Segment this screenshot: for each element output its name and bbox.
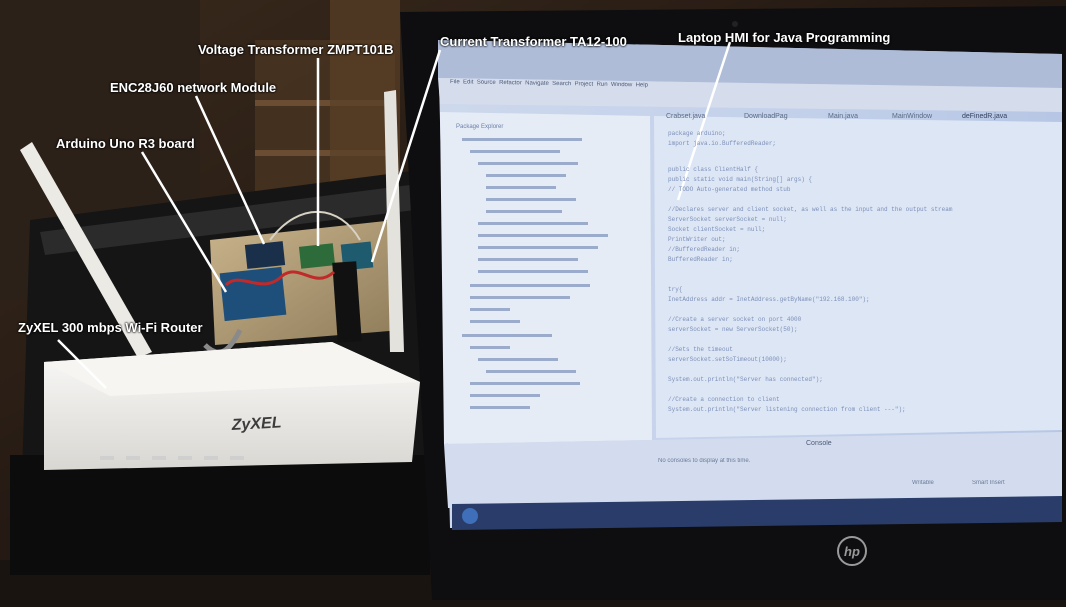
menu-item-window[interactable]: Window xyxy=(611,82,632,88)
tree-row[interactable] xyxy=(470,406,530,409)
menu-item-run[interactable]: Run xyxy=(597,82,608,88)
tree-row[interactable] xyxy=(470,346,510,349)
status-smart-insert: Smart Insert xyxy=(972,480,1005,486)
menu-item-edit[interactable]: Edit xyxy=(463,79,473,85)
code-line: //Create a server socket on port 4000 xyxy=(668,316,802,323)
tree-row[interactable] xyxy=(478,162,578,165)
voltage-transformer-module xyxy=(298,243,336,269)
tree-row[interactable] xyxy=(486,370,576,373)
code-line: Socket clientSocket = null; xyxy=(668,226,766,233)
editor-tab[interactable]: Main.java xyxy=(828,113,858,120)
status-writable: Writable xyxy=(912,480,934,486)
menu-item-navigate[interactable]: Navigate xyxy=(525,80,549,86)
label-router: ZyXEL 300 mbps Wi-Fi Router xyxy=(18,320,203,335)
label-network-module: ENC28J60 network Module xyxy=(110,80,277,95)
code-line: PrintWriter out; xyxy=(668,236,726,243)
label-voltage-transformer: Voltage Transformer ZMPT101B xyxy=(198,42,394,57)
tree-row[interactable] xyxy=(478,270,588,273)
tree-row[interactable] xyxy=(486,210,562,213)
menu-item-project[interactable]: Project xyxy=(574,81,593,87)
arduino-board xyxy=(219,266,287,322)
code-line: BufferedReader in; xyxy=(668,256,733,263)
editor-tab[interactable]: MainWindow xyxy=(892,113,932,120)
editor-tab[interactable]: Crabset.java xyxy=(666,113,705,120)
code-line: // TODO Auto-generated method stub xyxy=(668,186,791,193)
package-tree xyxy=(462,138,642,428)
code-line: System.out.println("Server listening con… xyxy=(668,406,906,413)
code-line: public static void main(String[] args) { xyxy=(668,176,813,183)
tree-row[interactable] xyxy=(462,138,582,141)
tree-row[interactable] xyxy=(470,284,590,287)
editor-tab[interactable]: DownloadPag xyxy=(744,113,788,120)
code-editor[interactable]: package arduino; import java.io.Buffered… xyxy=(668,130,1056,430)
code-line: serverSocket.setSoTimeout(10000); xyxy=(668,356,787,363)
photo-scene: ZyXEL hp File Edit Source Refactor Navig… xyxy=(0,0,1066,607)
tree-row[interactable] xyxy=(478,258,578,261)
code-line: package arduino; xyxy=(668,130,726,137)
start-button xyxy=(462,508,478,524)
menu-item-source[interactable]: Source xyxy=(477,80,496,86)
laptop-camera xyxy=(732,21,738,27)
code-line: InetAddress addr = InetAddress.getByName… xyxy=(668,296,870,303)
label-arduino-board: Arduino Uno R3 board xyxy=(56,136,195,151)
menu-item-file[interactable]: File xyxy=(450,79,460,85)
tree-row[interactable] xyxy=(486,186,556,189)
menu-item-help[interactable]: Help xyxy=(636,82,648,88)
tree-row[interactable] xyxy=(470,382,580,385)
tree-row[interactable] xyxy=(486,198,576,201)
code-line: import java.io.BufferedReader; xyxy=(668,140,777,147)
code-line: try{ xyxy=(668,286,683,293)
code-line: public class ClientHalf { xyxy=(668,166,759,173)
label-laptop-hmi: Laptop HMI for Java Programming xyxy=(678,30,891,45)
code-line: ServerSocket serverSocket = null; xyxy=(668,216,787,223)
code-line: //Sets the timeout xyxy=(668,346,733,353)
tree-row[interactable] xyxy=(478,358,558,361)
tree-row[interactable] xyxy=(470,308,510,311)
router-brand-logo: ZyXEL xyxy=(230,414,282,434)
menu-item-refactor[interactable]: Refactor xyxy=(499,80,522,86)
package-explorer-title[interactable]: Package Explorer xyxy=(456,124,503,130)
tree-row[interactable] xyxy=(478,246,598,249)
tree-row[interactable] xyxy=(478,222,588,225)
tree-row[interactable] xyxy=(470,320,520,323)
code-line: //Create a connection to client xyxy=(668,396,780,403)
menu-item-search[interactable]: Search xyxy=(552,81,571,87)
console-panel xyxy=(444,432,1062,508)
code-line: //Declares server and client socket, as … xyxy=(668,206,953,213)
tree-row[interactable] xyxy=(462,334,552,337)
label-current-transformer: Current Transformer TA12-100 xyxy=(440,34,627,49)
code-line: //BufferedReader in; xyxy=(668,246,741,253)
editor-tab-active[interactable]: deFinedR.java xyxy=(962,113,1007,120)
console-tab[interactable]: Console xyxy=(806,440,832,447)
enclosure-base xyxy=(10,455,430,575)
hp-logo-text: hp xyxy=(844,544,860,559)
network-module xyxy=(244,241,286,269)
tree-row[interactable] xyxy=(470,150,560,153)
tree-row[interactable] xyxy=(470,394,540,397)
console-message: No consoles to display at this time. xyxy=(658,458,751,464)
tree-row[interactable] xyxy=(478,234,608,237)
editor-tab-bar: Crabset.java DownloadPag Main.java MainW… xyxy=(660,112,1060,124)
code-line: System.out.println("Server has connected… xyxy=(668,376,823,383)
tree-row[interactable] xyxy=(470,296,570,299)
tree-row[interactable] xyxy=(486,174,566,177)
code-line: serverSocket = new ServerSocket(50); xyxy=(668,326,798,333)
